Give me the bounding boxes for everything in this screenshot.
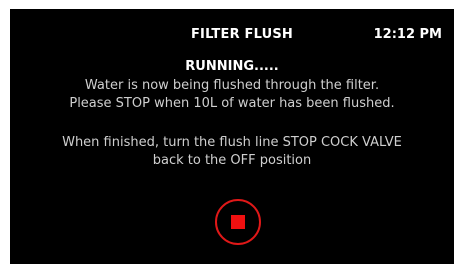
instruction-line-3: When finished, turn the flush line STOP … (62, 135, 402, 150)
status-text: RUNNING..... (185, 59, 279, 74)
instruction-line-2: Please STOP when 10L of water has been f… (69, 96, 395, 111)
stop-button[interactable] (215, 199, 261, 245)
clock-time: 12:12 PM (373, 27, 442, 42)
device-screen: FILTER FLUSH 12:12 PM RUNNING..... Water… (10, 9, 454, 264)
instruction-line-4: back to the OFF position (152, 153, 312, 168)
stop-icon (231, 215, 245, 229)
instruction-line-1: Water is now being flushed through the f… (84, 78, 380, 93)
